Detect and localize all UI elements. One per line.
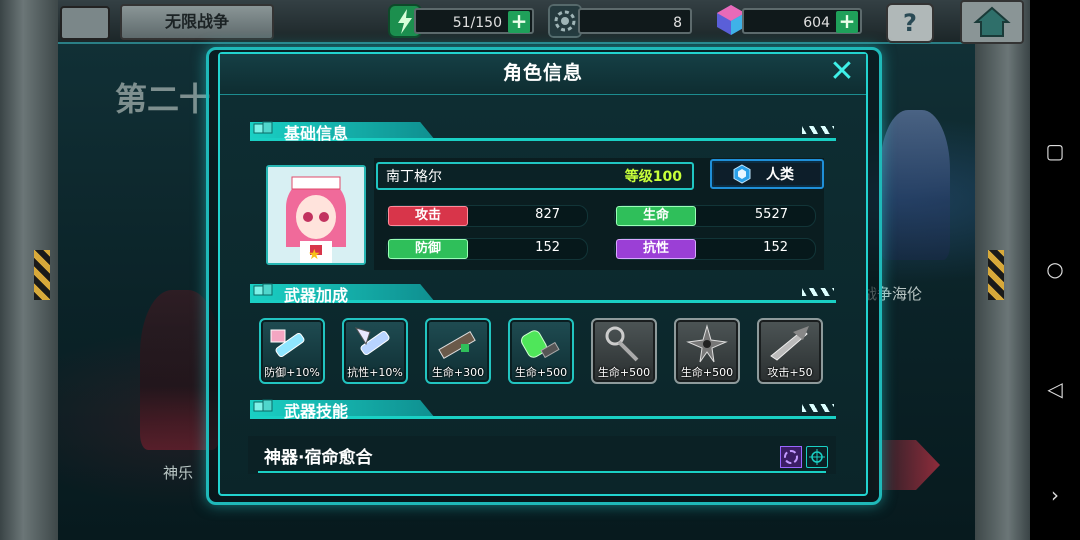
- character-info-dialog: 角色信息 ✕ 基础信息 ★ 南丁格尔 等级100 人类 攻击 827 生命 55…: [218, 52, 868, 496]
- close-button[interactable]: ✕: [828, 57, 856, 87]
- staff-icon: [605, 326, 639, 362]
- star-icon: ★: [308, 247, 321, 263]
- recent-apps-icon[interactable]: ▢: [1044, 140, 1066, 162]
- android-nav-bar: ▢ ○ ◁ ›: [1030, 0, 1080, 540]
- race-label: 人类: [766, 167, 794, 183]
- weapon-bonus-label: 生命+500: [514, 366, 568, 379]
- add-crystal-button[interactable]: +: [836, 11, 858, 33]
- weapon-slot-5[interactable]: 生命+500: [591, 318, 657, 384]
- section-ticks: [802, 404, 834, 412]
- left-character-name: 神乐: [163, 464, 194, 482]
- stat-health: 生命 5527: [614, 205, 816, 227]
- gear-value: 8: [673, 15, 682, 31]
- weapon-bonus-label: 生命+500: [597, 366, 651, 379]
- weapon-slot-3[interactable]: 生命+300: [425, 318, 491, 384]
- home-circle-icon[interactable]: ○: [1044, 258, 1066, 280]
- expand-chevron-icon[interactable]: ›: [1044, 484, 1066, 506]
- dialog-title: 角色信息: [502, 62, 583, 84]
- hazard-stripe: [988, 250, 1004, 300]
- character-name: 南丁格尔: [386, 169, 442, 185]
- race-badge: 人类: [710, 159, 824, 189]
- energy-counter: 51/150 +: [414, 8, 534, 34]
- weapon-bonus-label: 抗性+10%: [347, 366, 403, 379]
- crystal-value: 604: [803, 15, 830, 31]
- crystal-counter: 604 +: [742, 8, 862, 34]
- stat-resistance: 抗性 152: [614, 238, 816, 260]
- weapon-bonus-label: 防御+10%: [264, 366, 320, 379]
- right-character-sprite[interactable]: [880, 110, 950, 260]
- stat-value: 5527: [754, 207, 788, 222]
- section-title: 武器加成: [284, 286, 349, 305]
- stat-attack: 攻击 827: [386, 205, 588, 227]
- dialog-header: 角色信息 ✕: [220, 54, 866, 95]
- character-level: 等级100: [624, 169, 682, 185]
- syringe-icon: [270, 329, 305, 358]
- hazard-stripe: [34, 250, 50, 300]
- stat-value: 152: [763, 240, 788, 255]
- spike-icon: [686, 324, 728, 363]
- skill-name: 神器·宿命愈合: [264, 448, 373, 468]
- weapon-slot-1[interactable]: 防御+10%: [259, 318, 325, 384]
- stat-defense: 防御 152: [386, 238, 588, 260]
- section-basic-info: 基础信息: [250, 121, 836, 143]
- gear-counter: 8: [578, 8, 692, 34]
- vortex-glyph: [784, 450, 798, 464]
- section-title: 基础信息: [284, 124, 349, 143]
- stat-label: 生命: [616, 206, 696, 226]
- weapon-bonus-label: 生命+500: [680, 366, 734, 379]
- section-weapon-skill: 武器技能: [250, 399, 836, 421]
- section-weapon-bonus: 武器加成: [250, 283, 836, 305]
- weapon-slot-7[interactable]: 攻击+50: [757, 318, 823, 384]
- syringe-icon: [354, 327, 390, 356]
- back-triangle-icon[interactable]: ◁: [1044, 378, 1066, 400]
- skill-target-icon[interactable]: [806, 446, 828, 468]
- weapon-slot-4[interactable]: 生命+500: [508, 318, 574, 384]
- home-icon: [973, 6, 1011, 37]
- weapon-bonus-label: 攻击+50: [767, 366, 813, 379]
- stat-label: 攻击: [388, 206, 468, 226]
- race-hexagon-icon: [733, 164, 751, 184]
- weapon-slot-2[interactable]: 抗性+10%: [342, 318, 408, 384]
- stat-label: 抗性: [616, 239, 696, 259]
- section-ticks: [802, 126, 834, 134]
- weapon-slot-6[interactable]: 生命+500: [674, 318, 740, 384]
- back-button[interactable]: [60, 6, 110, 40]
- gear-icon: [548, 4, 582, 38]
- section-title: 武器技能: [284, 402, 349, 421]
- help-button[interactable]: ?: [886, 3, 934, 43]
- stat-value: 827: [535, 207, 560, 222]
- energy-value: 51/150: [452, 15, 502, 31]
- skill-vortex-icon[interactable]: [780, 446, 802, 468]
- mode-label: 无限战争: [120, 4, 274, 40]
- cube-icon: [253, 121, 273, 134]
- crosshair-glyph: [809, 449, 825, 465]
- character-name-bar: 南丁格尔 等级100: [376, 162, 694, 190]
- stat-value: 152: [535, 240, 560, 255]
- blade-icon: [770, 326, 809, 361]
- section-ticks: [802, 288, 834, 296]
- canister-icon: [521, 330, 560, 359]
- home-button[interactable]: [960, 0, 1024, 44]
- stat-label: 防御: [388, 239, 468, 259]
- cube-icon: [253, 283, 273, 296]
- chapter-title: 第二十: [115, 80, 212, 118]
- cube-icon: [253, 399, 273, 412]
- gun-icon: [438, 330, 476, 360]
- add-energy-button[interactable]: +: [508, 11, 530, 33]
- skill-panel[interactable]: 神器·宿命愈合: [248, 436, 836, 474]
- weapon-bonus-label: 生命+300: [431, 366, 485, 379]
- skill-underline: [258, 471, 826, 473]
